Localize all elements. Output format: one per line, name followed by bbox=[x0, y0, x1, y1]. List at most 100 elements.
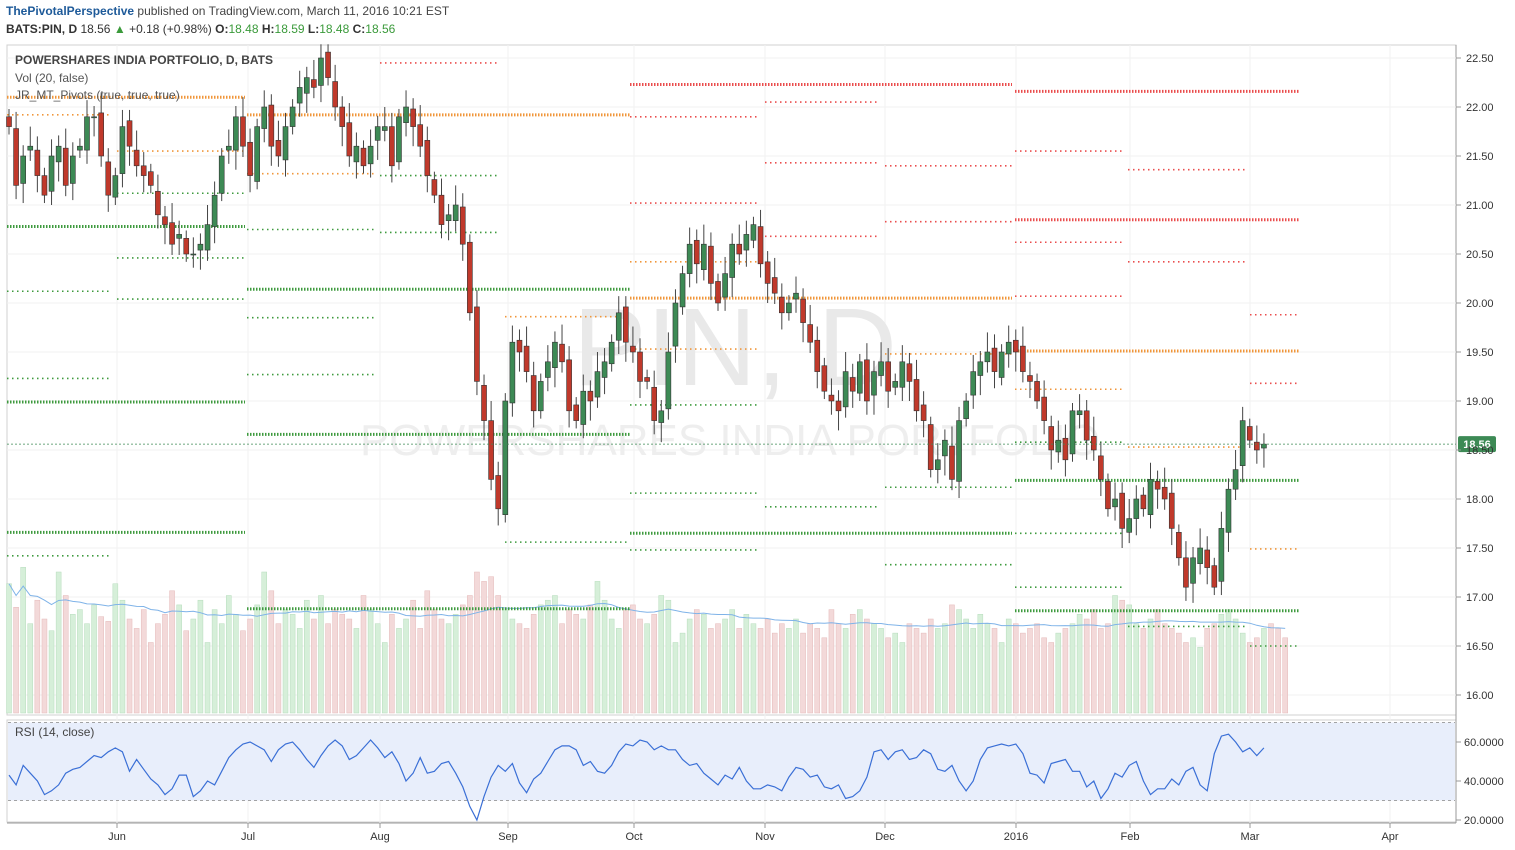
candle bbox=[835, 400, 842, 412]
volume-bar bbox=[62, 595, 69, 714]
volume-bar bbox=[701, 614, 707, 714]
legend-vol: Vol (20, false) bbox=[15, 71, 88, 85]
candle bbox=[899, 361, 906, 388]
candle bbox=[672, 302, 679, 347]
volume-bar bbox=[197, 599, 204, 714]
candle bbox=[275, 140, 282, 157]
volume-bar bbox=[247, 618, 253, 714]
candle bbox=[225, 145, 232, 151]
volume-bar bbox=[1048, 642, 1054, 714]
volume-bar bbox=[977, 614, 984, 714]
volume-bar bbox=[332, 609, 338, 714]
volume-bar bbox=[1268, 623, 1274, 714]
volume-bar bbox=[757, 628, 764, 714]
volume-bar bbox=[1069, 623, 1076, 714]
volume-bar bbox=[1197, 646, 1203, 714]
candle bbox=[289, 106, 296, 127]
time-axis[interactable]: Jun Jul Aug Sep Oct Nov Dec 2016 Feb Mar Apr bbox=[108, 823, 1399, 843]
volume-bar bbox=[509, 618, 516, 714]
volume-bar bbox=[211, 609, 218, 714]
candle bbox=[942, 439, 948, 457]
volume-bar bbox=[1083, 618, 1090, 714]
volume-bar bbox=[899, 642, 906, 714]
volume-bar bbox=[693, 609, 700, 714]
volume-bar bbox=[920, 632, 927, 714]
rsi-tick-label: 20.0000 bbox=[1464, 815, 1504, 827]
volume-bar bbox=[183, 630, 189, 714]
candle bbox=[339, 106, 346, 127]
candle bbox=[467, 241, 473, 314]
volume-bar bbox=[1211, 623, 1218, 714]
volume-bar bbox=[226, 595, 232, 714]
candle bbox=[1005, 341, 1012, 355]
price-axis[interactable]: 22.50 22.00 21.50 21.00 20.50 20.00 19.50 19.00… bbox=[1456, 53, 1494, 702]
volume-bar bbox=[1041, 637, 1047, 714]
rsi-tick-label: 60.0000 bbox=[1464, 737, 1504, 749]
candle bbox=[247, 141, 253, 176]
candle bbox=[197, 243, 204, 251]
candle bbox=[984, 351, 991, 363]
candle bbox=[686, 243, 693, 274]
volume-bar bbox=[1140, 628, 1147, 714]
volume-bar bbox=[750, 623, 757, 714]
candle bbox=[27, 145, 34, 151]
volume-bar bbox=[367, 609, 374, 714]
candle bbox=[1254, 441, 1260, 451]
candle bbox=[715, 281, 721, 304]
volume-bar bbox=[942, 623, 948, 714]
candle bbox=[452, 204, 459, 221]
price-tick-label: 21.50 bbox=[1466, 151, 1494, 163]
volume-bar bbox=[233, 614, 239, 714]
price-tick-label: 22.00 bbox=[1466, 102, 1494, 114]
volume-bar bbox=[991, 628, 998, 714]
volume-bar bbox=[566, 609, 572, 714]
candle bbox=[70, 155, 76, 184]
volume-bar bbox=[864, 618, 870, 714]
candle bbox=[1055, 439, 1062, 453]
candle bbox=[842, 371, 849, 408]
volume-bar bbox=[481, 581, 487, 714]
volume-bar bbox=[218, 623, 225, 714]
price-tick-label: 18.00 bbox=[1466, 494, 1494, 506]
chart-svg[interactable]: PIN, D POWERSHARES INDIA PORTFOLIO 18.56… bbox=[0, 0, 1515, 850]
volume-bar bbox=[13, 607, 19, 714]
volume-bar bbox=[1161, 623, 1168, 714]
candle bbox=[34, 149, 41, 176]
candle bbox=[1232, 469, 1239, 490]
candle bbox=[62, 147, 69, 186]
candle bbox=[325, 51, 331, 78]
volume-bar bbox=[871, 623, 877, 714]
candle bbox=[1034, 381, 1040, 402]
volume-bar bbox=[722, 618, 728, 714]
volume-bar bbox=[1261, 628, 1267, 714]
volume-bar bbox=[410, 599, 416, 714]
volume-bar bbox=[282, 609, 289, 714]
volume-bar bbox=[1239, 632, 1246, 714]
volume-bar bbox=[389, 614, 395, 714]
candle bbox=[871, 371, 877, 396]
volume-bar bbox=[140, 609, 147, 714]
volume-bar bbox=[1013, 623, 1019, 714]
volume-bar bbox=[885, 637, 891, 714]
volume-bar bbox=[112, 583, 119, 714]
volume-bar bbox=[1098, 628, 1104, 714]
rsi-band bbox=[8, 722, 1455, 801]
rsi-label: RSI (14, close) bbox=[15, 725, 94, 739]
candle bbox=[913, 379, 920, 412]
volume-bar bbox=[296, 628, 303, 714]
volume-bar bbox=[913, 628, 920, 714]
volume-bar bbox=[970, 628, 976, 714]
price-tick-label: 20.00 bbox=[1466, 298, 1494, 310]
volume-bar bbox=[743, 614, 750, 714]
time-tick-label: 2016 bbox=[1004, 831, 1028, 843]
volume-bar bbox=[637, 618, 643, 714]
volume-bar bbox=[1218, 614, 1225, 714]
volume-bar bbox=[105, 621, 112, 714]
volume-bar bbox=[1282, 637, 1288, 714]
candle bbox=[268, 104, 275, 147]
volume-bar bbox=[1020, 632, 1026, 714]
candle bbox=[516, 339, 523, 353]
volume-bar bbox=[587, 604, 594, 714]
time-tick-label: Dec bbox=[875, 831, 895, 843]
volume-bar bbox=[1076, 614, 1083, 714]
